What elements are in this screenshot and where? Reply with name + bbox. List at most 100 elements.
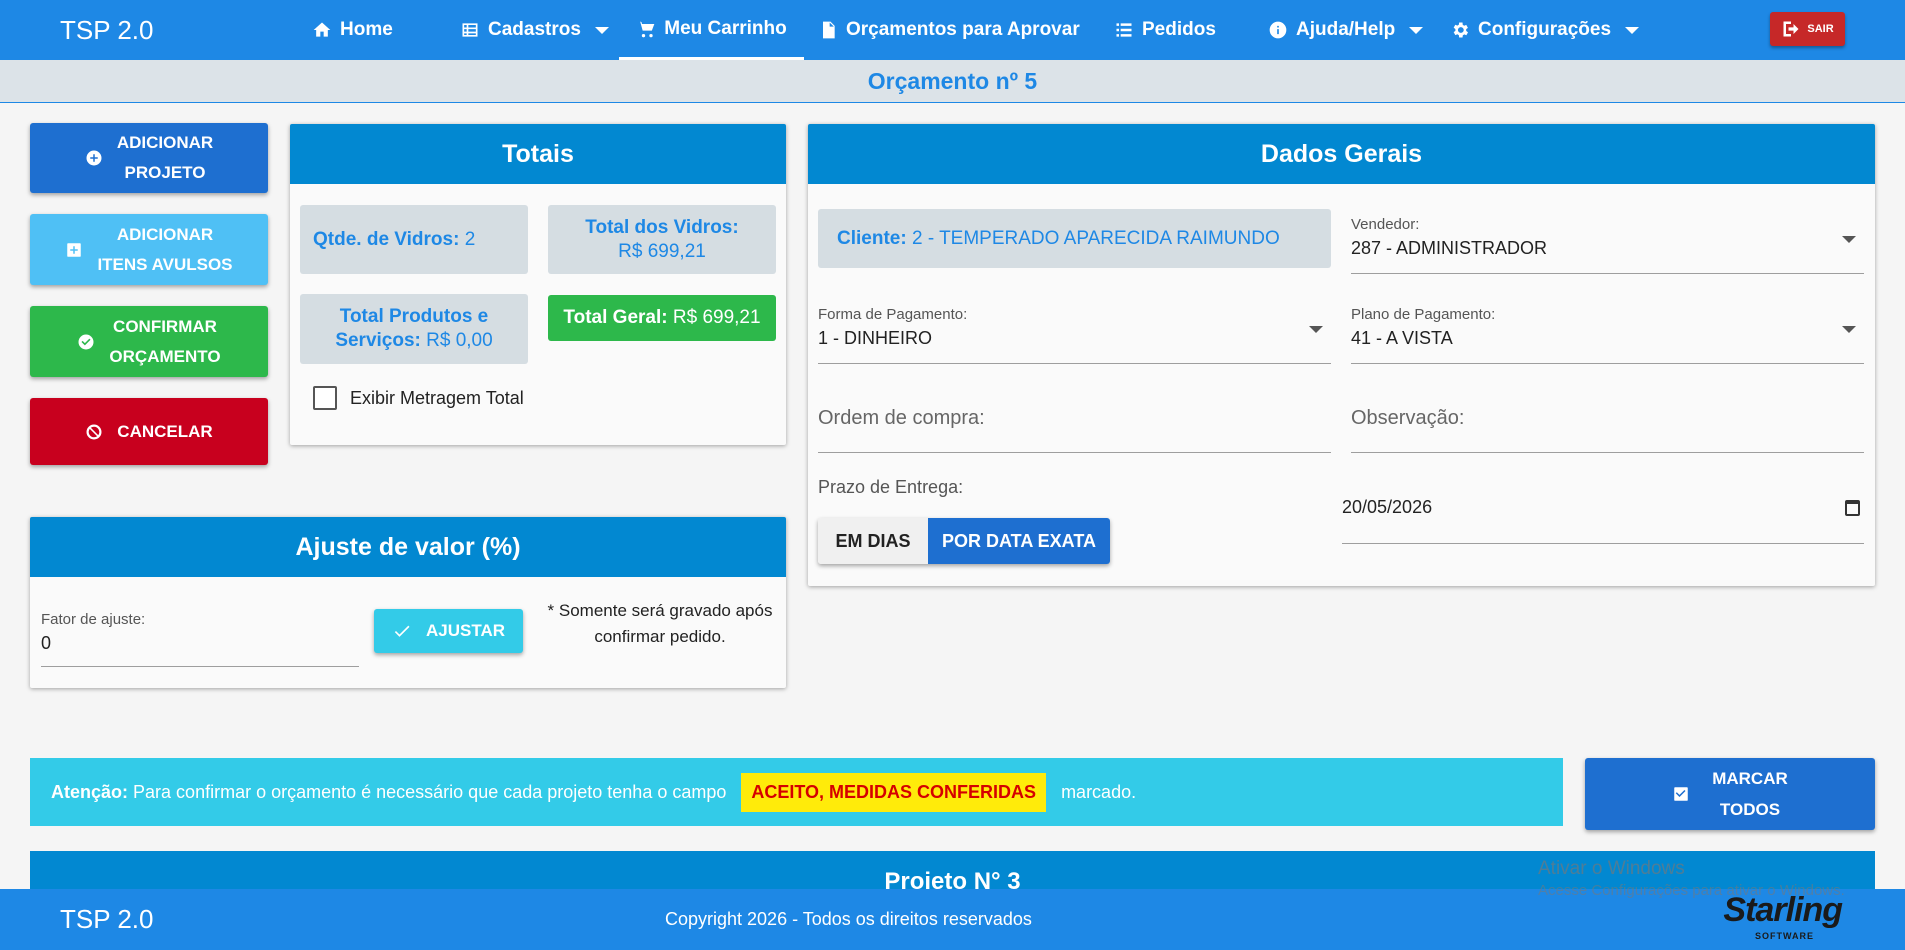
add-project-label-1: ADICIONAR [116,133,214,152]
nav-config-label: Configurações [1478,19,1612,40]
chevron-down-icon[interactable] [1842,236,1856,243]
dados-gerais-title: Dados Gerais [808,124,1875,184]
fator-underline [41,666,359,667]
table-list-icon [462,23,478,37]
chevron-down-icon [1409,26,1424,34]
metragem-checkbox[interactable] [313,386,337,410]
metragem-label: Exibir Metragem Total [350,388,524,408]
warning-banner: Atenção: Para confirmar o orçamento é ne… [30,758,1563,826]
warning-highlight: ACEITO, MEDIDAS CONFERIDAS [741,772,1047,812]
vendedor-select[interactable]: 287 - ADMINISTRADOR [1351,238,1547,259]
starling-logo-sub: SOFTWARE [1755,931,1814,941]
chevron-down-icon [1625,26,1640,34]
document-icon [823,21,835,39]
check-icon [394,625,410,637]
logout-button[interactable]: SAIR [1770,12,1845,46]
date-input[interactable]: 20/05/2026 [1342,497,1432,518]
add-project-button[interactable]: ADICIONAR PROJETO [30,123,268,193]
total-vidros-value: R$ 699,21 [618,240,706,262]
observacao-input[interactable]: Observação: [1351,407,1464,430]
footer-copyright: Copyright 2026 - Todos os direitos reser… [665,909,1032,929]
chevron-down-icon [594,26,609,34]
ban-icon [86,424,102,439]
nav-orcamentos[interactable]: Orçamentos para Aprovar [818,0,1080,60]
vendedor-label: Vendedor: [1351,216,1420,233]
logout-label: SAIR [1807,23,1834,35]
nav-cadastros[interactable]: Cadastros [460,0,609,60]
total-produtos-box: Total Produtos e Serviços: R$ 0,00 [300,294,528,364]
qtd-vidros-box: Qtde. de Vidros: 2 [300,205,528,274]
plus-circle-icon [86,150,102,166]
warning-suffix: marcado. [1061,781,1137,802]
confirm-budget-button[interactable]: CONFIRMAR ORÇAMENTO [30,306,268,377]
top-navbar: TSP 2.0 Home Cadastros Meu Carrinho Orça… [0,0,1905,60]
gear-icon [1453,22,1468,38]
total-geral-value: R$ 699,21 [672,307,761,328]
nav-pedidos-label: Pedidos [1142,19,1216,40]
nav-pedidos[interactable]: Pedidos [1114,0,1216,60]
ordem-underline [818,452,1331,453]
cancel-button[interactable]: CANCELAR [30,398,268,465]
add-items-label-1: ADICIONAR [116,224,214,244]
nav-home[interactable]: Home [312,0,393,60]
prazo-data-exata-button[interactable]: POR DATA EXATA [928,518,1110,564]
qtd-vidros-value: 2 [464,228,476,250]
add-items-button[interactable]: ADICIONAR ITENS AVULSOS [30,214,268,285]
cliente-value: 2 - TEMPERADO APARECIDA RAIMUNDO [911,227,1280,249]
cliente-label: Cliente: [837,227,907,249]
ordem-compra-input[interactable]: Ordem de compra: [818,407,985,430]
total-vidros-box: Total dos Vidros: R$ 699,21 [548,205,776,274]
nav-home-label: Home [340,19,393,40]
add-items-label-2: ITENS AVULSOS [97,254,233,274]
fator-label: Fator de ajuste: [41,611,146,628]
nav-ajuda-label: Ajuda/Help [1296,19,1396,40]
nav-ajuda[interactable]: Ajuda/Help [1268,0,1424,60]
totais-title: Totais [290,124,786,184]
prazo-em-dias-button[interactable]: EM DIAS [818,518,928,564]
footer-brand: TSP 2.0 [60,904,154,934]
warning-text: Para confirmar o orçamento é necessário … [133,781,727,802]
marcar-todos-button[interactable]: MARCAR TODOS [1585,758,1875,830]
page-title: Orçamento nº 5 [0,60,1905,103]
windows-watermark-text: Acesse Configurações para ativar o Windo… [1538,882,1845,899]
cart-icon [637,21,655,37]
list-icon [1116,23,1132,37]
total-geral-label: Total Geral: [563,307,668,328]
qtd-vidros-label: Qtde. de Vidros: [313,228,460,250]
cancel-label: CANCELAR [117,421,213,441]
plus-square-icon [67,242,82,257]
cliente-box: Cliente: 2 - TEMPERADO APARECIDA RAIMUND… [818,209,1331,268]
ajuste-note-1: * Somente será gravado após [547,601,773,620]
check-square-icon [1674,787,1688,801]
ajustar-label: AJUSTAR [425,621,506,640]
forma-pagamento-label: Forma de Pagamento: [818,306,968,323]
check-circle-icon [78,334,94,349]
ajustar-button[interactable]: AJUSTAR [374,609,523,653]
plano-pagamento-label: Plano de Pagamento: [1351,306,1496,323]
windows-watermark-title: Ativar o Windows [1538,858,1685,879]
total-produtos-value: R$ 0,00 [426,330,493,351]
total-produtos-label-2: Serviços: [335,330,421,351]
marcar-label-2: TODOS [1719,800,1781,819]
nav-configuracoes[interactable]: Configurações [1450,0,1640,60]
app-brand[interactable]: TSP 2.0 [60,15,153,46]
plano-underline [1351,363,1864,364]
chevron-down-icon[interactable] [1842,326,1856,333]
plano-pagamento-select[interactable]: 41 - A VISTA [1351,328,1453,349]
calendar-icon[interactable] [1845,500,1860,516]
projeto-title: Projeto N° 3 [884,868,1021,891]
prazo-label: Prazo de Entrega: [818,477,964,497]
sign-out-icon [1783,21,1799,37]
fator-input[interactable]: 0 [41,633,51,654]
obs-underline [1351,452,1864,453]
date-underline [1342,543,1864,544]
total-geral-box: Total Geral: R$ 699,21 [548,295,776,341]
marcar-label-1: MARCAR [1712,769,1788,788]
vendedor-underline [1351,273,1864,274]
chevron-down-icon[interactable] [1309,326,1323,333]
forma-pagamento-select[interactable]: 1 - DINHEIRO [818,328,932,349]
nav-meu-carrinho[interactable]: Meu Carrinho [619,0,804,60]
confirm-label-2: ORÇAMENTO [109,346,221,366]
nav-cadastros-label: Cadastros [488,19,581,40]
add-project-label-2: PROJETO [124,163,206,182]
